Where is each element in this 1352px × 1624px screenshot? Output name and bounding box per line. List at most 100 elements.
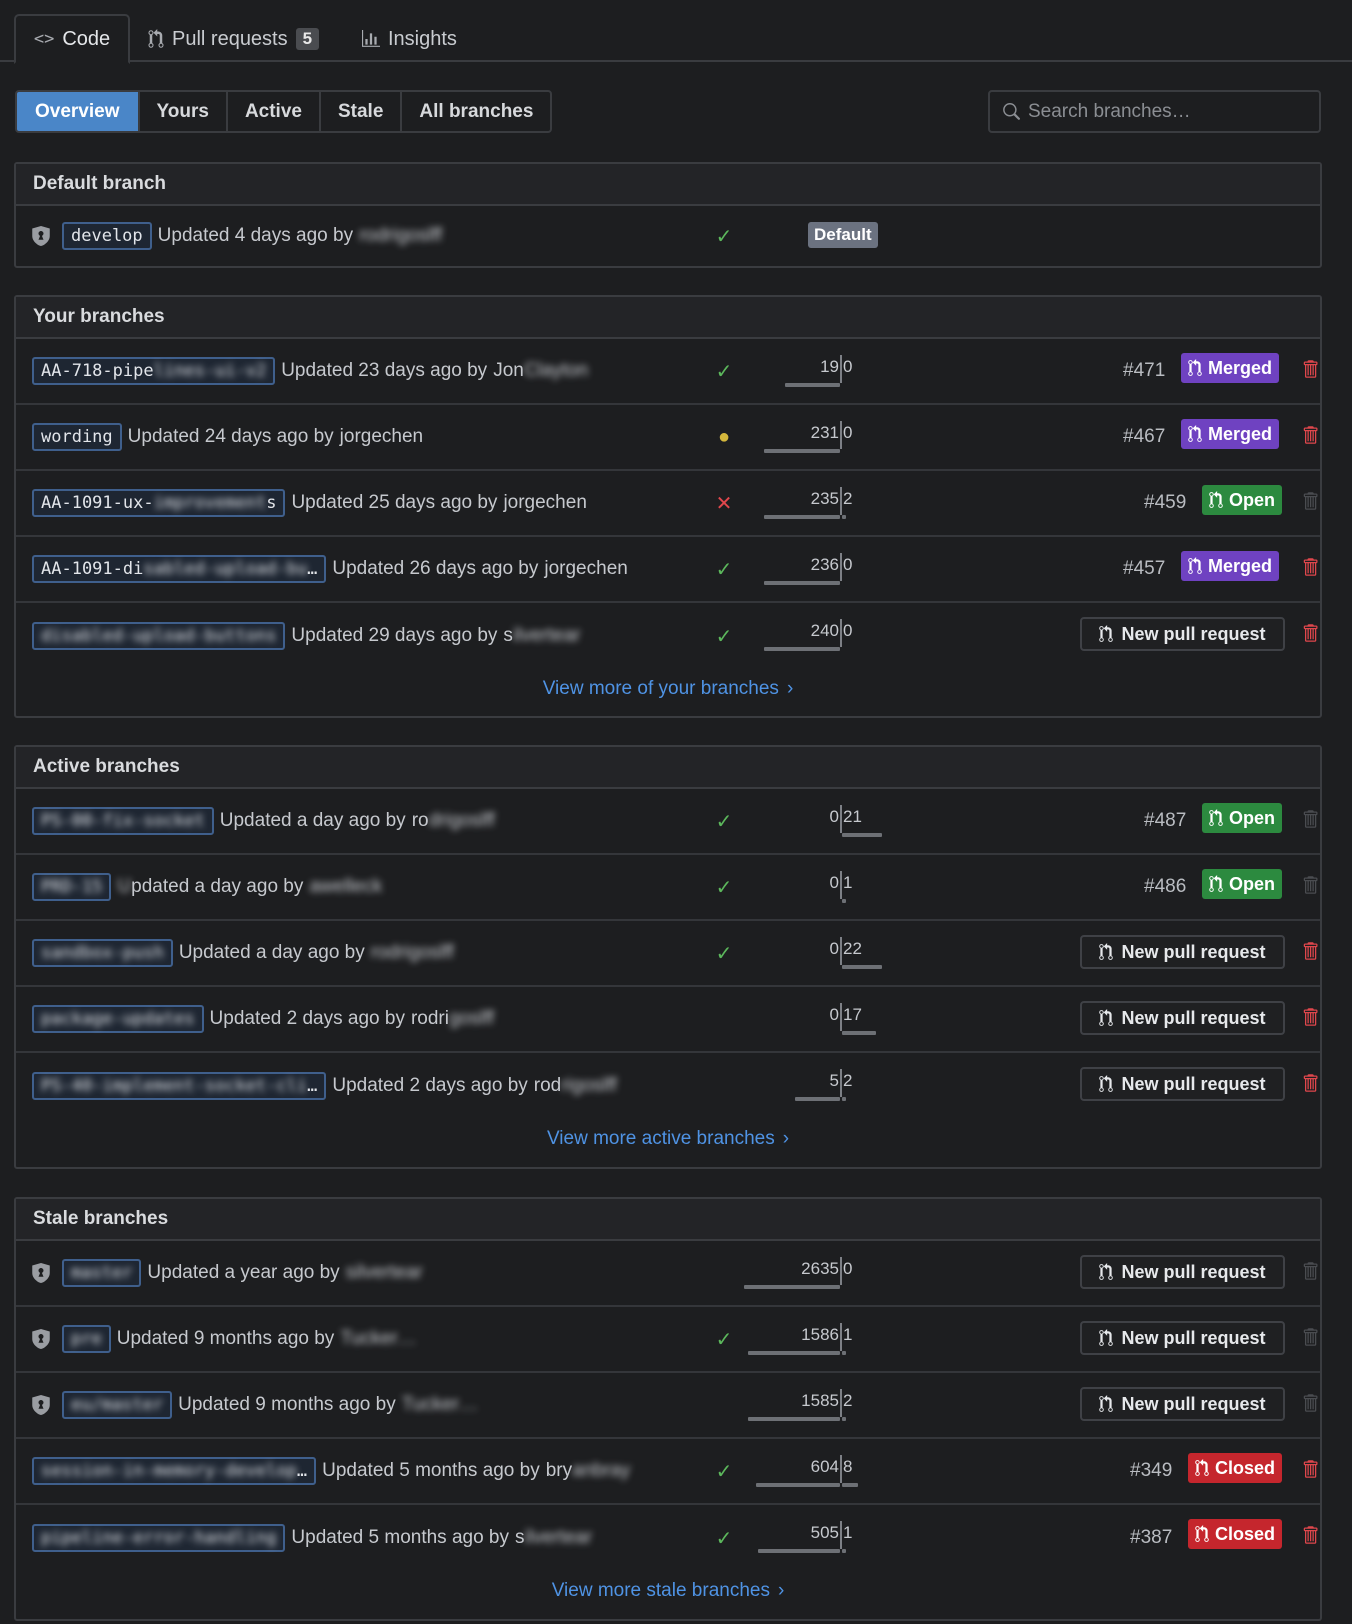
branch-row: disabled-upload-buttons Updated 29 days a…: [16, 603, 1320, 669]
branch-author[interactable]: jorgechen: [544, 558, 627, 580]
branch-name-link[interactable]: pre: [62, 1325, 111, 1353]
branch-name-link[interactable]: develop: [62, 222, 152, 250]
author-obscured: ilvertear: [524, 1527, 593, 1548]
check-success-icon[interactable]: ✓: [709, 206, 739, 266]
pr-state-badge[interactable]: Merged: [1181, 419, 1280, 449]
branch-author[interactable]: rodrigoslff: [411, 1008, 494, 1030]
pr-number-link[interactable]: #487: [1144, 789, 1186, 853]
pr-number-link[interactable]: #349: [1130, 1439, 1172, 1503]
branch-name-link[interactable]: PS-00-fix-socket: [32, 807, 214, 835]
subnav-yours[interactable]: Yours: [140, 92, 228, 131]
trash-icon[interactable]: [1302, 941, 1318, 961]
check-success-icon[interactable]: ✓: [709, 537, 739, 601]
branch-name-link[interactable]: AA-1091-disabled-upload-bu…: [32, 555, 327, 583]
new-pull-request-button[interactable]: New pull request: [1080, 617, 1285, 651]
check-success-icon[interactable]: ✓: [709, 339, 739, 403]
branch-name-link[interactable]: PS-40-implement-socket-cli…: [32, 1072, 327, 1100]
subnav-overview[interactable]: Overview: [17, 92, 140, 131]
branch-name-link[interactable]: master: [62, 1259, 142, 1287]
branch-author[interactable]: Tucker…: [340, 1328, 416, 1350]
pr-state-badge[interactable]: Merged: [1181, 353, 1280, 383]
trash-icon[interactable]: [1302, 623, 1318, 643]
pr-state-badge[interactable]: Closed: [1188, 1453, 1283, 1483]
branch-author[interactable]: silvertear: [346, 1262, 423, 1284]
branch-name-link[interactable]: eu/master: [62, 1391, 173, 1419]
subnav-active[interactable]: Active: [228, 92, 321, 131]
branch-author[interactable]: awelleck: [309, 876, 382, 898]
branch-name-link[interactable]: pipeline-error-handling: [32, 1524, 286, 1552]
trash-icon: [1303, 1328, 1318, 1346]
tab-insights[interactable]: Insights: [362, 14, 457, 64]
trash-icon[interactable]: [1302, 1459, 1318, 1479]
pr-state-badge[interactable]: Open: [1202, 485, 1283, 515]
branch-row: master Updated a year ago by silvertear 263…: [16, 1241, 1320, 1307]
branch-author[interactable]: JonClayton: [493, 360, 588, 382]
branch-name-link[interactable]: wording: [32, 423, 122, 451]
pr-state-badge[interactable]: Open: [1202, 869, 1283, 899]
trash-icon[interactable]: [1302, 425, 1318, 445]
branch-author[interactable]: Tucker…: [402, 1394, 478, 1416]
branch-name-link[interactable]: disabled-upload-buttons: [32, 622, 286, 650]
new-pull-request-button[interactable]: New pull request: [1080, 1321, 1285, 1355]
tab-code[interactable]: <> Code: [14, 14, 130, 64]
check-success-icon[interactable]: ✓: [709, 789, 739, 853]
branch-author[interactable]: bryanbray: [546, 1460, 631, 1482]
trash-icon[interactable]: [1302, 557, 1318, 577]
x-failure-icon[interactable]: ✕: [709, 471, 739, 535]
ahead-behind: 1585 2: [748, 1373, 956, 1437]
pr-state-label: Merged: [1208, 555, 1273, 576]
branch-info: session-in-memory-develop… Updated 5 mont…: [32, 1439, 630, 1503]
trash-icon[interactable]: [1302, 1007, 1318, 1027]
branch-author[interactable]: rodrigoslff: [359, 225, 442, 247]
branch-name-link[interactable]: session-in-memory-develop…: [32, 1457, 317, 1485]
trash-icon[interactable]: [1302, 1525, 1318, 1545]
new-pull-request-button[interactable]: New pull request: [1080, 1387, 1285, 1421]
search-input[interactable]: [1028, 100, 1308, 123]
check-success-icon[interactable]: ✓: [709, 1439, 739, 1503]
view-more-stale-branches[interactable]: View more stale branches ›: [16, 1571, 1320, 1611]
branch-author[interactable]: rodrigoslff: [534, 1075, 617, 1097]
check-success-icon[interactable]: ✓: [709, 1505, 739, 1571]
new-pull-request-button[interactable]: New pull request: [1080, 935, 1285, 969]
branch-author[interactable]: rodrigoslff: [412, 810, 495, 832]
branch-name-link[interactable]: PRD-15: [32, 873, 112, 901]
new-pull-request-button[interactable]: New pull request: [1080, 1255, 1285, 1289]
branch-name-link[interactable]: sandbox-push: [32, 939, 173, 967]
branch-author[interactable]: jorgechen: [503, 492, 586, 514]
pr-number-link[interactable]: #486: [1144, 855, 1186, 919]
check-success-icon[interactable]: ✓: [709, 1307, 739, 1371]
subnav-stale[interactable]: Stale: [321, 92, 403, 131]
branch-name-link[interactable]: package-updates: [32, 1005, 204, 1033]
pr-state-badge[interactable]: Open: [1202, 803, 1283, 833]
pr-number-link[interactable]: #459: [1144, 471, 1186, 535]
pr-number-link[interactable]: #387: [1130, 1505, 1172, 1571]
trash-icon[interactable]: [1302, 359, 1318, 379]
new-pull-request-button[interactable]: New pull request: [1080, 1067, 1285, 1101]
tab-insights-label: Insights: [388, 27, 457, 50]
branch-author[interactable]: rodrigoslff: [371, 942, 454, 964]
branch-row: PRD-15 Updated a day ago by awelleck ✓ 0 1 Ope…: [16, 855, 1320, 921]
branch-author[interactable]: silvertear: [515, 1527, 592, 1549]
tab-pull-requests[interactable]: Pull requests 5: [148, 14, 320, 64]
branch-name-link[interactable]: AA-718-pipelines-ui-v2: [32, 357, 276, 385]
chevron-right-icon: ›: [782, 1128, 790, 1149]
view-more-active-branches[interactable]: View more active branches ›: [16, 1119, 1320, 1159]
new-pull-request-button[interactable]: New pull request: [1080, 1001, 1285, 1035]
pr-number-link[interactable]: #471: [1123, 339, 1165, 403]
pr-number-link[interactable]: #457: [1123, 537, 1165, 601]
check-success-icon[interactable]: ✓: [709, 603, 739, 669]
view-more-your-branches[interactable]: View more of your branches ›: [16, 669, 1320, 709]
check-success-icon[interactable]: ✓: [709, 855, 739, 919]
pr-state-badge[interactable]: Merged: [1181, 551, 1280, 581]
pr-number-link[interactable]: #467: [1123, 405, 1165, 469]
branch-info: AA-1091-ux-improvements Updated 25 days a…: [32, 471, 587, 535]
dot-pending-icon[interactable]: ●: [709, 405, 739, 469]
branch-name-link[interactable]: AA-1091-ux-improvements: [32, 489, 286, 517]
behind-bar: [764, 581, 840, 585]
trash-icon[interactable]: [1302, 1073, 1318, 1093]
check-success-icon[interactable]: ✓: [709, 921, 739, 985]
branch-author[interactable]: jorgechen: [340, 426, 423, 448]
branch-author[interactable]: silvertear: [503, 625, 580, 647]
subnav-all-branches[interactable]: All branches: [402, 92, 550, 131]
pr-state-badge[interactable]: Closed: [1188, 1519, 1283, 1549]
